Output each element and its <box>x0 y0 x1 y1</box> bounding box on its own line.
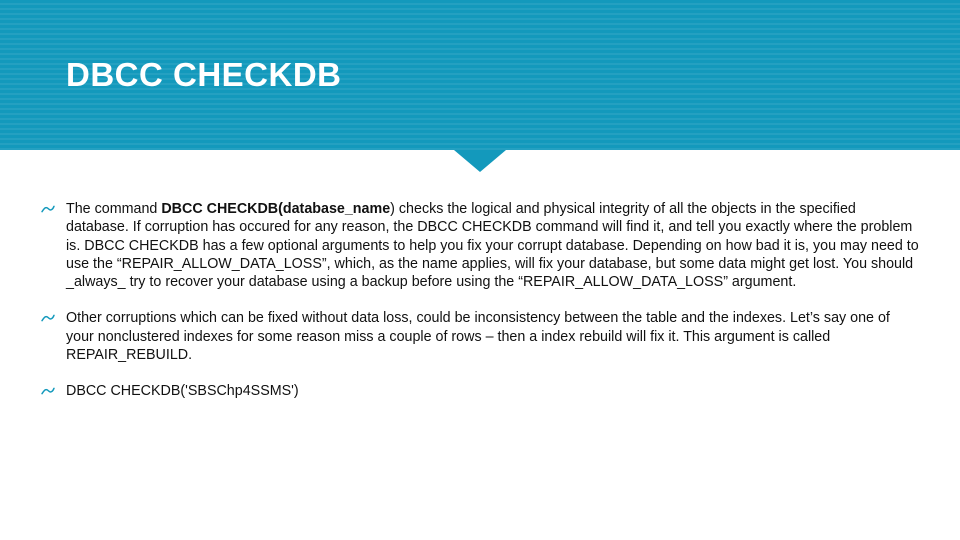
flourish-bullet-icon <box>40 383 56 399</box>
flourish-bullet-icon <box>40 201 56 217</box>
bullet-text-prefix: The command <box>66 201 161 217</box>
slide-title: DBCC CHECKDB <box>66 56 342 94</box>
bullet-text: DBCC CHECKDB('SBSChp4SSMS') <box>66 383 299 399</box>
bullet-text-bold: DBCC CHECKDB(database_name <box>161 201 390 217</box>
bullet-text: Other corruptions which can be fixed wit… <box>66 310 890 363</box>
title-notch <box>454 150 506 172</box>
flourish-bullet-icon <box>40 310 56 326</box>
list-item: DBCC CHECKDB('SBSChp4SSMS') <box>38 382 920 400</box>
title-band: DBCC CHECKDB <box>0 0 960 150</box>
list-item: Other corruptions which can be fixed wit… <box>38 309 920 364</box>
slide-body: The command DBCC CHECKDB(database_name) … <box>38 200 920 419</box>
slide: DBCC CHECKDB The command DBCC CHECKDB(da… <box>0 0 960 540</box>
list-item: The command DBCC CHECKDB(database_name) … <box>38 200 920 291</box>
